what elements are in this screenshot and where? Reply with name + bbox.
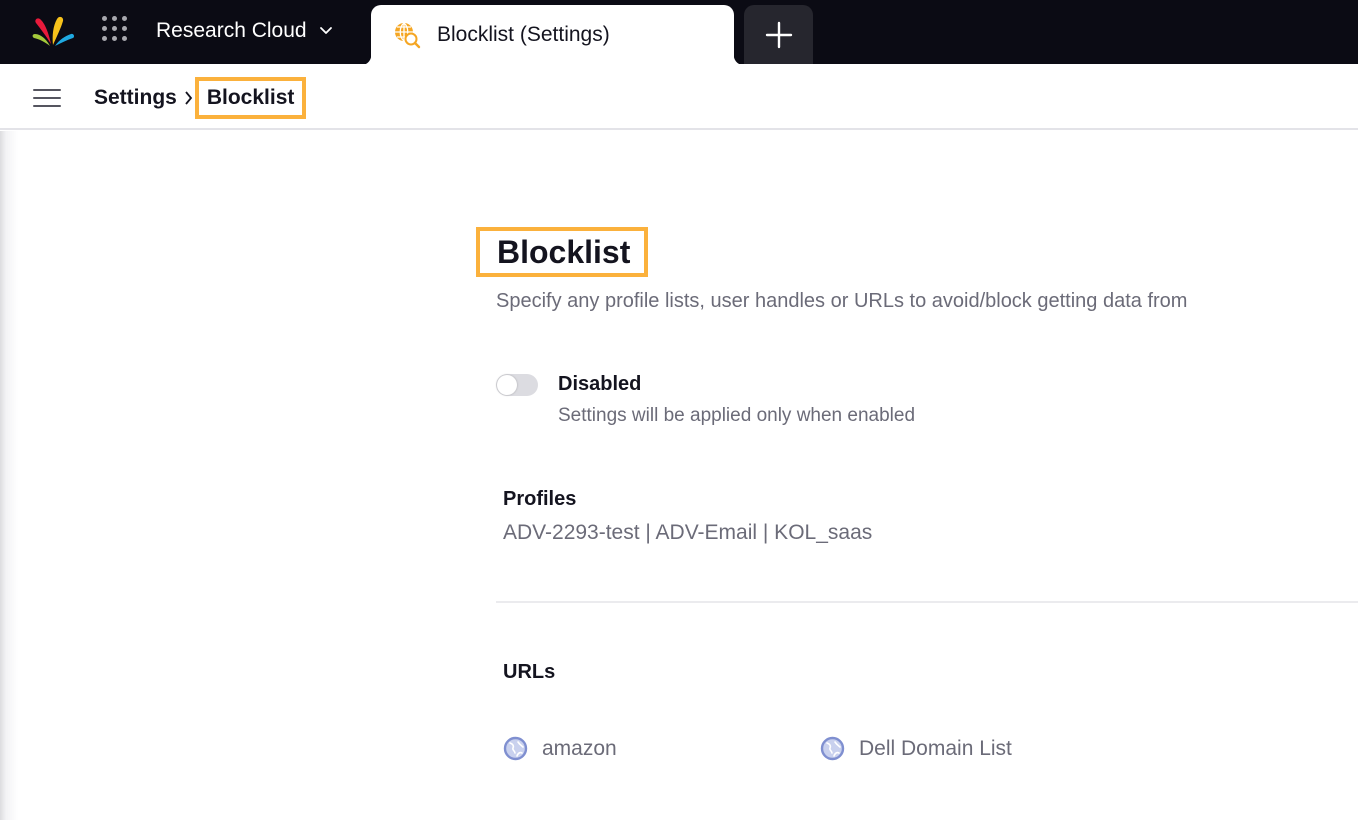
url-item-label: Dell Domain List (859, 736, 1012, 760)
top-navigation-bar: Research Cloud Blocklist (Settings) (0, 0, 1358, 65)
tab-label: Blocklist (Settings) (437, 23, 610, 46)
chevron-down-icon (319, 27, 332, 34)
url-item-label: amazon (542, 736, 617, 760)
profiles-value: ADV-2293-test | ADV-Email | KOL_saas (503, 521, 873, 544)
new-tab-button[interactable] (744, 5, 813, 64)
profiles-label: Profiles (503, 488, 577, 510)
globe-icon (820, 736, 845, 761)
url-item-amazon[interactable]: amazon (503, 736, 617, 761)
sidebar-edge (0, 131, 18, 820)
brand-logo-icon[interactable] (32, 14, 76, 48)
section-divider (496, 601, 1358, 603)
url-item-dell-domain-list[interactable]: Dell Domain List (820, 736, 1012, 761)
toggle-hint: Settings will be applied only when enabl… (558, 405, 916, 426)
toggle-knob (497, 375, 517, 395)
workspace-switcher[interactable]: Research Cloud (156, 17, 333, 45)
chevron-right-icon (185, 91, 193, 105)
breadcrumb-blocklist: Blocklist (194, 77, 307, 119)
tab-blocklist-settings[interactable]: Blocklist (Settings) (361, 5, 744, 65)
page-description: Specify any profile lists, user handles … (496, 290, 1188, 312)
workspace-name: Research Cloud (156, 19, 307, 42)
breadcrumb: Settings Blocklist (94, 77, 307, 119)
breadcrumb-bar: Settings Blocklist (0, 64, 1358, 130)
globe-search-icon (395, 22, 421, 49)
urls-label: URLs (503, 661, 556, 683)
apps-grid-icon[interactable] (100, 14, 130, 44)
enable-blocklist-toggle[interactable] (496, 374, 538, 396)
plus-icon (765, 21, 792, 48)
page-title: Blocklist (476, 227, 649, 277)
toggle-status-label: Disabled (558, 373, 642, 395)
hamburger-icon[interactable] (33, 87, 61, 109)
globe-icon (503, 736, 528, 761)
blocklist-settings-panel: Blocklist Specify any profile lists, use… (476, 130, 1358, 820)
breadcrumb-settings[interactable]: Settings (94, 86, 177, 110)
